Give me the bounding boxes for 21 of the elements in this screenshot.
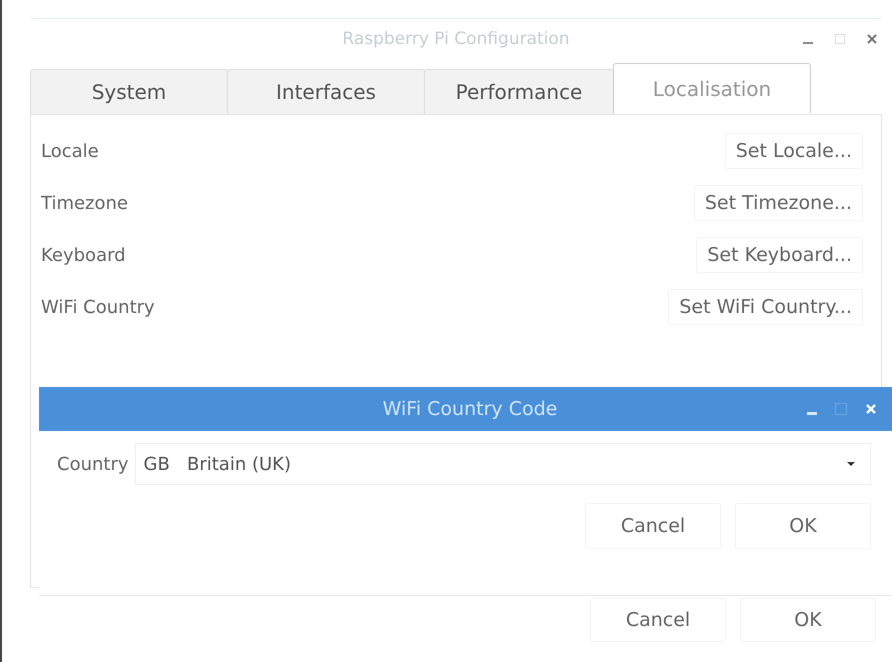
- setting-label: WiFi Country: [41, 296, 155, 318]
- set-button[interactable]: Set Keyboard...: [696, 237, 863, 273]
- set-button[interactable]: Set WiFi Country...: [668, 289, 863, 325]
- country-dropdown[interactable]: GB Britain (UK): [134, 443, 871, 485]
- tab[interactable]: Performance: [424, 69, 614, 114]
- dialog-button[interactable]: Cancel: [585, 503, 721, 549]
- tab[interactable]: Interfaces: [227, 69, 425, 114]
- caret-icon: [846, 461, 856, 467]
- dialog-titlebar: WiFi Country Code: [39, 387, 892, 431]
- setting-label: Timezone: [41, 192, 128, 214]
- field-label: Country: [57, 454, 129, 474]
- close-icon[interactable]: [866, 33, 878, 45]
- window-button[interactable]: OK: [740, 598, 876, 642]
- dialog-button[interactable]: OK: [735, 503, 871, 549]
- setting-label: Locale: [41, 140, 99, 162]
- set-button[interactable]: Set Timezone...: [694, 185, 863, 221]
- window-button[interactable]: Cancel: [590, 598, 726, 642]
- set-button[interactable]: Set Locale...: [724, 133, 863, 169]
- setting-label: Keyboard: [41, 244, 126, 266]
- tab[interactable]: System: [30, 69, 228, 114]
- minimize-icon[interactable]: [807, 412, 817, 414]
